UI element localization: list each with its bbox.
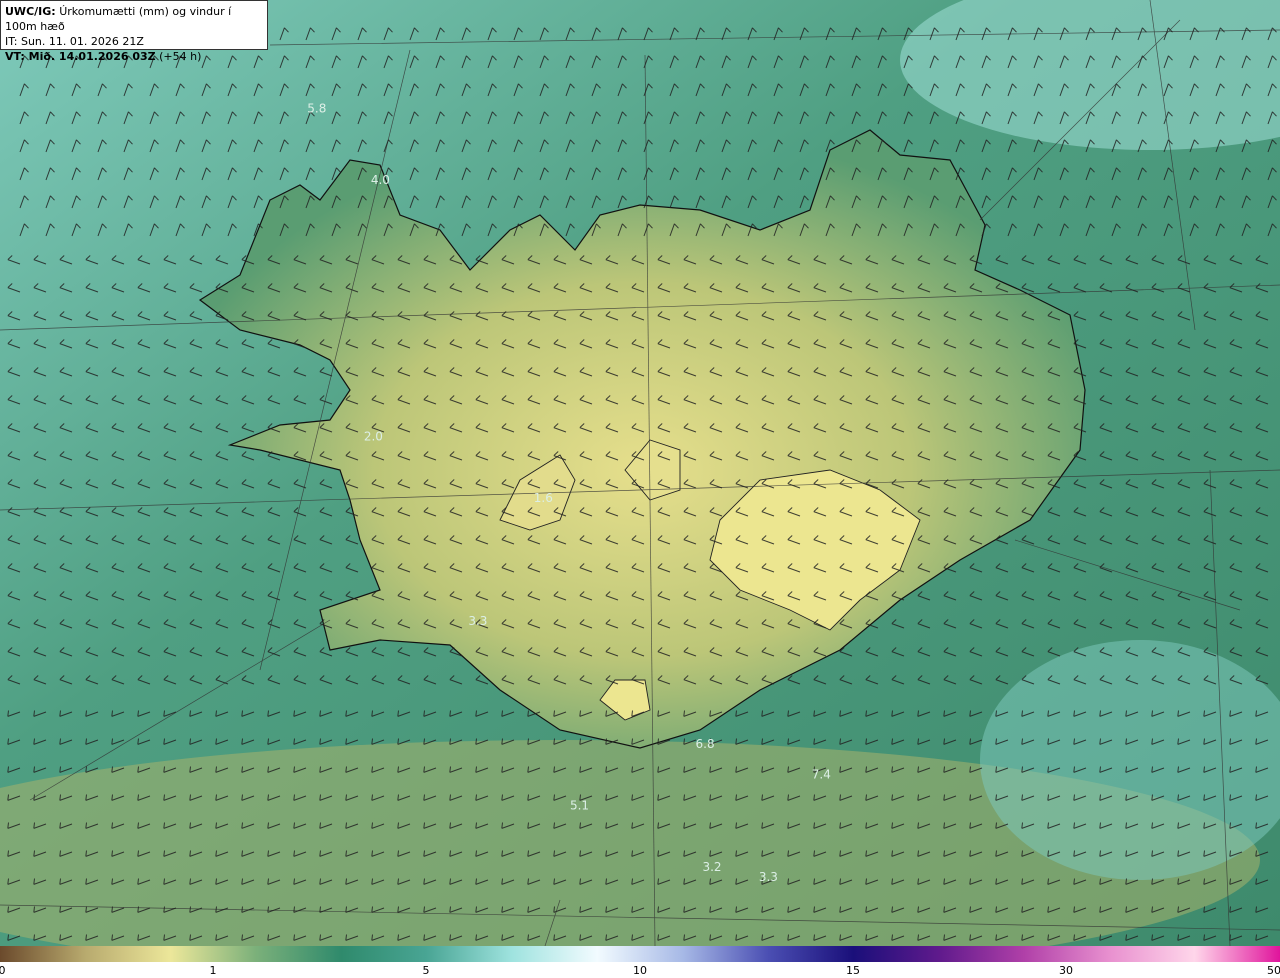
precip-value-label: 6.8 — [696, 737, 715, 751]
title-line: UWC/IG: Úrkomumætti (mm) og vindur í 100… — [5, 4, 263, 34]
colorbar-strip — [0, 946, 1280, 962]
precip-value-label: 3.3 — [759, 870, 778, 884]
precip-value-label: 1.6 — [534, 491, 553, 505]
valid-line: VT: Mið. 14.01.2026 03Z (+54 h) — [5, 49, 263, 64]
precip-value-label: 7.4 — [812, 768, 831, 782]
init-time: IT: Sun. 11. 01. 2026 21Z — [5, 35, 144, 48]
colorbar-tick-15: 15 — [846, 964, 860, 977]
map-info-box: UWC/IG: Úrkomumætti (mm) og vindur í 100… — [0, 0, 268, 63]
colorbar: 0 1 5 10 15 30 50 — [0, 946, 1280, 978]
model-label: UWC/IG: — [5, 5, 56, 18]
colorbar-tick-0: 0 — [0, 964, 6, 977]
colorbar-tick-30: 30 — [1059, 964, 1073, 977]
precip-value-label: 4.0 — [371, 173, 390, 187]
forecast-offset: (+54 h) — [159, 50, 202, 63]
precip-value-label: 2.0 — [364, 429, 383, 443]
colorbar-tick-1: 1 — [209, 964, 217, 977]
precip-value-label: 3.3 — [468, 614, 487, 628]
colorbar-tick-10: 10 — [633, 964, 647, 977]
valid-time: VT: Mið. 14.01.2026 03Z — [5, 50, 156, 63]
colorbar-tick-50: 50 — [1267, 964, 1280, 977]
precip-value-label: 5.1 — [570, 798, 589, 812]
precip-value-label: 3.2 — [702, 860, 721, 874]
colorbar-tick-5: 5 — [422, 964, 430, 977]
precip-value-label: 5.8 — [307, 101, 326, 115]
precipitation-map: 5.8 4.0 2.0 1.6 3.3 6.8 7.4 5.1 3.2 3.3 — [0, 0, 1280, 946]
